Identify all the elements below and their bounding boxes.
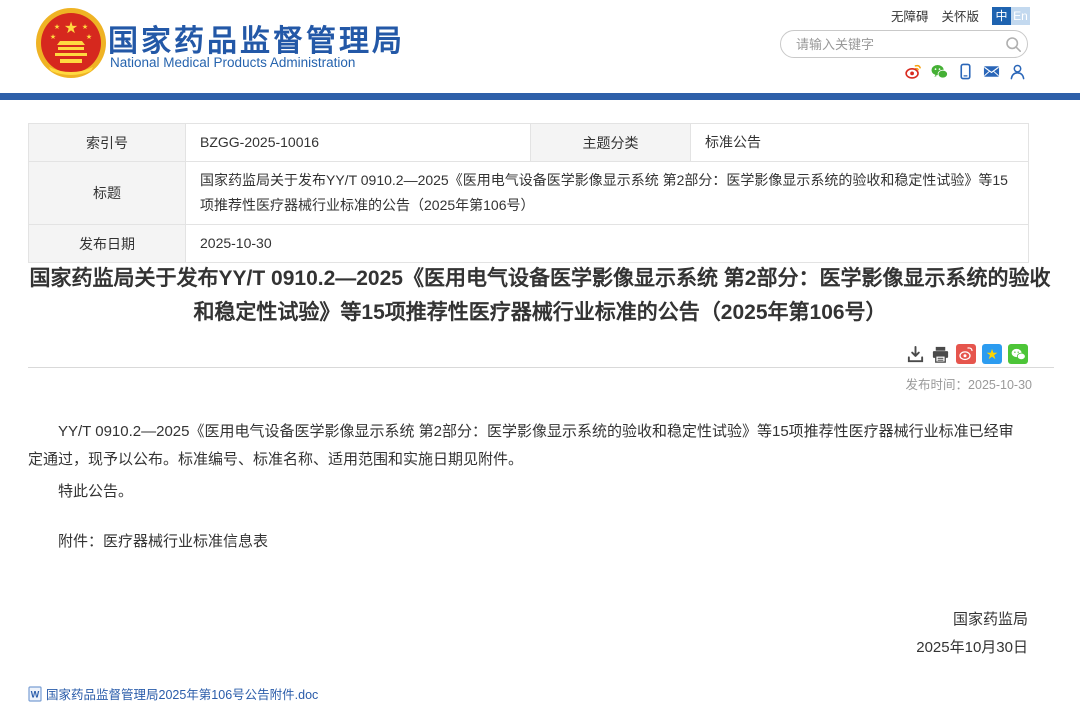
- search-icon: [1005, 36, 1022, 53]
- weibo-icon[interactable]: [905, 63, 922, 80]
- site-subtitle: National Medical Products Administration: [110, 55, 355, 70]
- publish-date-label: 发布日期: [29, 225, 186, 263]
- signature-date: 2025年10月30日: [916, 636, 1028, 657]
- care-version-link[interactable]: 关怀版: [941, 6, 979, 25]
- word-doc-icon: W: [28, 686, 43, 702]
- heading-divider: [28, 367, 1054, 368]
- header-divider-bar: [0, 93, 1080, 100]
- site-header: ★ ★ ★ ★ ★ 国家药品监督管理局 National Medical Pro…: [0, 0, 1080, 93]
- search-button[interactable]: [999, 31, 1027, 57]
- table-row: 标题 国家药监局关于发布YY/T 0910.2—2025《医用电气设备医学影像显…: [29, 162, 1029, 225]
- weibo-share-icon: [959, 347, 973, 361]
- search-input[interactable]: [781, 37, 999, 52]
- body-paragraph-2: 特此公告。: [28, 478, 1028, 506]
- title-label: 标题: [29, 162, 186, 225]
- index-number-label: 索引号: [29, 124, 186, 162]
- download-icon[interactable]: [906, 345, 925, 364]
- wechat-icon[interactable]: [931, 63, 948, 80]
- page-title: 国家药监局关于发布YY/T 0910.2—2025《医用电气设备医学影像显示系统…: [28, 262, 1052, 330]
- language-toggle: 中 En: [992, 7, 1030, 25]
- attachment-download: W 国家药品监督管理局2025年第106号公告附件.doc: [28, 684, 318, 703]
- share-wechat-button[interactable]: [1008, 344, 1028, 364]
- attachment-doc-link[interactable]: 国家药品监督管理局2025年第106号公告附件.doc: [46, 684, 318, 703]
- search-box: [780, 30, 1028, 58]
- category-label: 主题分类: [531, 124, 691, 162]
- mail-icon[interactable]: [983, 63, 1000, 80]
- svg-text:W: W: [31, 689, 40, 699]
- mobile-icon[interactable]: [957, 63, 974, 80]
- print-icon[interactable]: [931, 345, 950, 364]
- lang-zh-button[interactable]: 中: [992, 7, 1011, 25]
- accessibility-link[interactable]: 无障碍: [891, 6, 929, 25]
- svg-text:★: ★: [64, 20, 78, 37]
- page: ★ ★ ★ ★ ★ 国家药品监督管理局 National Medical Pro…: [0, 0, 1080, 711]
- svg-text:★: ★: [54, 23, 60, 31]
- publish-time: 发布时间：2025-10-30: [906, 374, 1032, 393]
- header-social-icons: [905, 63, 1026, 80]
- qzone-star-icon: ★: [986, 347, 999, 361]
- lang-en-button[interactable]: En: [1011, 7, 1030, 25]
- attachment-line: 附件：医疗器械行业标准信息表: [28, 528, 1028, 556]
- body-paragraph-1: YY/T 0910.2—2025《医用电气设备医学影像显示系统 第2部分：医学影…: [28, 418, 1028, 474]
- topbar: 无障碍 关怀版 中 En: [891, 6, 1030, 25]
- category-value: 标准公告: [691, 124, 1029, 162]
- svg-text:★: ★: [50, 33, 56, 41]
- site-title: 国家药品监督管理局: [108, 16, 405, 60]
- table-row: 索引号 BZGG-2025-10016 主题分类 标准公告: [29, 124, 1029, 162]
- national-emblem-logo: ★ ★ ★ ★ ★: [35, 7, 107, 79]
- publish-date-value: 2025-10-30: [186, 225, 1029, 263]
- index-number-value: BZGG-2025-10016: [186, 124, 531, 162]
- share-qzone-button[interactable]: ★: [982, 344, 1002, 364]
- article-toolbar: ★: [906, 344, 1028, 364]
- document-info-table: 索引号 BZGG-2025-10016 主题分类 标准公告 标题 国家药监局关于…: [28, 123, 1029, 263]
- svg-text:★: ★: [82, 23, 88, 31]
- share-weibo-button[interactable]: [956, 344, 976, 364]
- table-row: 发布日期 2025-10-30: [29, 225, 1029, 263]
- title-value: 国家药监局关于发布YY/T 0910.2—2025《医用电气设备医学影像显示系统…: [186, 162, 1029, 225]
- svg-text:★: ★: [86, 33, 92, 41]
- signature-organization: 国家药监局: [953, 608, 1028, 629]
- user-icon[interactable]: [1009, 63, 1026, 80]
- wechat-share-icon: [1011, 348, 1026, 361]
